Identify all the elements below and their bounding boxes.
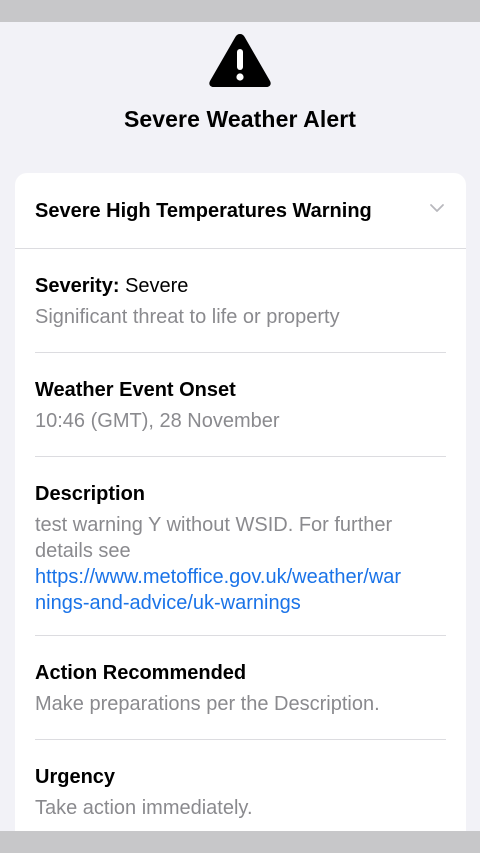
onset-section: Weather Event Onset 10:46 (GMT), 28 Nove… [35,377,446,434]
onset-detail: 10:46 (GMT), 28 November [35,410,280,432]
action-heading: Action Recommended [35,662,247,684]
severity-detail: Significant threat to life or property [35,306,340,328]
action-detail: Make preparations per the Description. [35,693,380,715]
divider [35,352,446,353]
description-link-line1[interactable]: https://www.metoffice.gov.uk/weather/war [35,564,446,590]
chevron-down-icon[interactable] [429,202,445,214]
description-link-line2[interactable]: nings-and-advice/uk-warnings [35,590,446,616]
alert-title: Severe Weather Alert [123,106,357,132]
urgency-section: Urgency Take action immediately. [35,764,446,821]
warning-header[interactable]: Severe High Temperatures Warning [15,173,466,249]
description-link[interactable]: https://www.metoffice.gov.uk/weather/war… [35,564,446,616]
description-heading: Description [35,483,146,505]
severity-section: Severity: Severe Significant threat to l… [35,273,446,330]
warning-triangle-icon [209,34,271,87]
warning-title: Severe High Temperatures Warning [35,200,372,222]
description-detail: test warning Y without WSID. For further… [35,514,393,562]
divider [35,456,446,457]
screen: Severe Weather Alert Severe High Tempera… [0,0,480,853]
onset-heading: Weather Event Onset [35,379,236,401]
description-section: Description test warning Y without WSID.… [35,481,446,616]
action-section: Action Recommended Make preparations per… [35,660,446,717]
severity-heading: Severity: Severe [35,273,446,299]
severity-value: Severe [125,275,189,297]
divider [35,635,446,636]
urgency-heading: Urgency [35,766,116,788]
urgency-detail: Take action immediately. [35,797,253,819]
severity-label: Severity: [35,275,120,297]
bottom-status-strip [0,831,480,853]
top-status-strip [0,0,480,22]
divider [35,739,446,740]
alert-details-card: Severe High Temperatures Warning Severit… [15,173,466,853]
